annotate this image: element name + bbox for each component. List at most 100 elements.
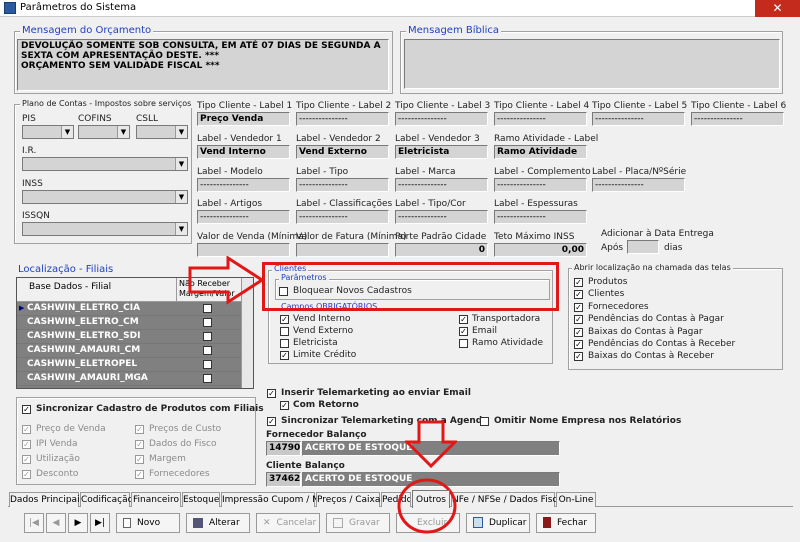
tab-outros[interactable]: Outros (412, 490, 450, 508)
tab-precos-caixa[interactable]: Preços / Caixa (316, 492, 380, 507)
table-row[interactable]: CASHWIN_AMAURI_CM (17, 344, 241, 358)
entrega-dias-field[interactable] (627, 240, 659, 254)
gravar-button[interactable]: Gravar (326, 513, 390, 533)
cliente-code-field[interactable]: 37462 (266, 472, 301, 487)
table-row[interactable]: CASHWIN_ELETRO_CM (17, 316, 241, 330)
tipo-cliente-field-5[interactable]: --------------- (592, 112, 685, 126)
espessuras-field[interactable]: --------------- (494, 210, 587, 224)
inss-select[interactable]: ▼ (22, 190, 188, 204)
sync-checkbox[interactable]: ✓ (22, 405, 31, 414)
tab-nfe[interactable]: NFe / NFSe / Dados Fisco (451, 492, 563, 507)
valor-fatura-field[interactable] (296, 243, 389, 257)
margem-checkbox[interactable] (203, 374, 212, 383)
margem-checkbox[interactable] (203, 360, 212, 369)
tele-email-checkbox[interactable]: ✓ (267, 389, 276, 398)
annotation-highlight-box (262, 262, 559, 311)
ramo-atividade-checkbox[interactable] (459, 339, 468, 348)
filial-name: CASHWIN_AMAURI_MGA (27, 373, 148, 383)
vendedor-field-3[interactable]: Eletricista (395, 145, 488, 159)
sync-item-checkbox[interactable]: ✓ (22, 425, 31, 434)
tele-agenda-label: Sincronizar Telemarketing com a Agenda (281, 416, 489, 426)
abrir-item-checkbox[interactable]: ✓ (574, 315, 583, 325)
abrir-item-checkbox[interactable]: ✓ (574, 290, 583, 300)
cofins-select[interactable]: ▼ (78, 125, 130, 139)
tipo-cliente-field-1[interactable]: Preço Venda (197, 112, 290, 126)
alterar-button[interactable]: Alterar (186, 513, 250, 533)
tipo-cliente-field-6[interactable]: --------------- (691, 112, 784, 126)
tab-online[interactable]: On-Line (556, 492, 596, 507)
tipo-field[interactable]: --------------- (296, 178, 389, 192)
sync-item-checkbox[interactable]: ✓ (22, 440, 31, 449)
abrir-item-checkbox[interactable]: ✓ (574, 302, 583, 312)
vendedor-field-2[interactable]: Vend Externo (296, 145, 389, 159)
tab-financeiro[interactable]: Financeiro (131, 492, 181, 507)
ramo-atividade-cb-label: Ramo Atividade (472, 338, 544, 348)
tele-agenda-checkbox[interactable]: ✓ (267, 417, 276, 426)
cancelar-button[interactable]: ✕ Cancelar (256, 513, 320, 533)
com-retorno-checkbox[interactable]: ✓ (280, 401, 289, 410)
issqn-select[interactable]: ▼ (22, 222, 188, 236)
abrir-item-checkbox[interactable]: ✓ (574, 327, 583, 337)
valor-venda-field[interactable] (197, 243, 290, 257)
margem-checkbox[interactable] (203, 332, 212, 341)
sync-item-checkbox[interactable]: ✓ (22, 455, 31, 464)
dias-label: dias (664, 243, 683, 253)
modelo-field[interactable]: --------------- (197, 178, 290, 192)
sync-item-checkbox[interactable]: ✓ (22, 470, 31, 479)
fornecedor-code-field[interactable]: 14790 (266, 441, 301, 456)
last-record-button[interactable]: ▶| (90, 513, 110, 533)
tab-dados-principais[interactable]: Dados Principais (9, 492, 84, 507)
tipo-cliente-field-3[interactable]: --------------- (395, 112, 488, 126)
margem-checkbox[interactable] (203, 346, 212, 355)
grid-header-filial[interactable]: Base Dados - Filial (17, 278, 177, 302)
tab-estoque[interactable]: Estoque (182, 492, 220, 507)
email-label: Email (472, 326, 497, 336)
sync-item-checkbox[interactable]: ✓ (135, 470, 144, 479)
prev-record-button[interactable]: ◀ (46, 513, 66, 533)
novo-button[interactable]: Novo (116, 513, 180, 533)
adicionar-entrega-label: Adicionar à Data Entrega (601, 229, 714, 239)
complemento-field[interactable]: --------------- (494, 178, 587, 192)
orcamento-textarea[interactable]: DEVOLUÇÃO SOMENTE SOB CONSULTA, EM ATÉ 0… (17, 39, 389, 91)
duplicar-button[interactable]: Duplicar (466, 513, 530, 533)
ir-select[interactable]: ▼ (22, 157, 188, 171)
first-record-button[interactable]: |◀ (24, 513, 44, 533)
tab-impressao[interactable]: Impressão Cupom / NF (221, 492, 324, 507)
table-row[interactable]: CASHWIN_ELETROPEL (17, 358, 241, 372)
limite-credito-checkbox[interactable]: ✓ (280, 351, 289, 360)
abrir-item-checkbox[interactable]: ✓ (574, 352, 583, 362)
sync-item-checkbox[interactable]: ✓ (135, 440, 144, 449)
table-row[interactable]: CASHWIN_ELETRO_SDI (17, 330, 241, 344)
vend-externo-checkbox[interactable] (280, 327, 289, 336)
tipo-cliente-field-2[interactable]: --------------- (296, 112, 389, 126)
ramo-atividade-field[interactable]: Ramo Atividade (494, 145, 587, 159)
biblica-textarea[interactable] (404, 39, 780, 89)
omitir-checkbox[interactable] (480, 417, 489, 426)
table-row[interactable]: CASHWIN_AMAURI_MGA (17, 372, 241, 386)
eletricista-checkbox[interactable] (280, 339, 289, 348)
close-button[interactable]: ✕ (755, 0, 800, 17)
tab-codificacao[interactable]: Codificação (80, 492, 133, 507)
teto-inss-field[interactable]: 0,00 (494, 243, 587, 257)
csll-select[interactable]: ▼ (136, 125, 188, 139)
margem-checkbox[interactable] (203, 318, 212, 327)
vendedor-field-1[interactable]: Vend Interno (197, 145, 290, 159)
abrir-item-checkbox[interactable]: ✓ (574, 278, 583, 287)
artigos-field[interactable]: --------------- (197, 210, 290, 224)
marca-field[interactable]: --------------- (395, 178, 488, 192)
tipo-cliente-field-4[interactable]: --------------- (494, 112, 587, 126)
abrir-item-checkbox[interactable]: ✓ (574, 340, 583, 349)
apos-label: Após (601, 243, 624, 253)
vend-interno-checkbox[interactable]: ✓ (280, 315, 289, 324)
sync-item-checkbox[interactable]: ✓ (135, 425, 144, 434)
pis-select[interactable]: ▼ (22, 125, 74, 139)
tipo-cor-field[interactable]: --------------- (395, 210, 488, 224)
fechar-button[interactable]: Fechar (536, 513, 596, 533)
next-record-button[interactable]: ▶ (68, 513, 88, 533)
placa-field[interactable]: --------------- (592, 178, 685, 192)
sync-item-checkbox[interactable]: ✓ (135, 455, 144, 464)
email-checkbox[interactable]: ✓ (459, 327, 468, 336)
transportadora-checkbox[interactable]: ✓ (459, 315, 468, 324)
classificacoes-field[interactable]: --------------- (296, 210, 389, 224)
porte-cidade-field[interactable]: 0 (395, 243, 488, 257)
